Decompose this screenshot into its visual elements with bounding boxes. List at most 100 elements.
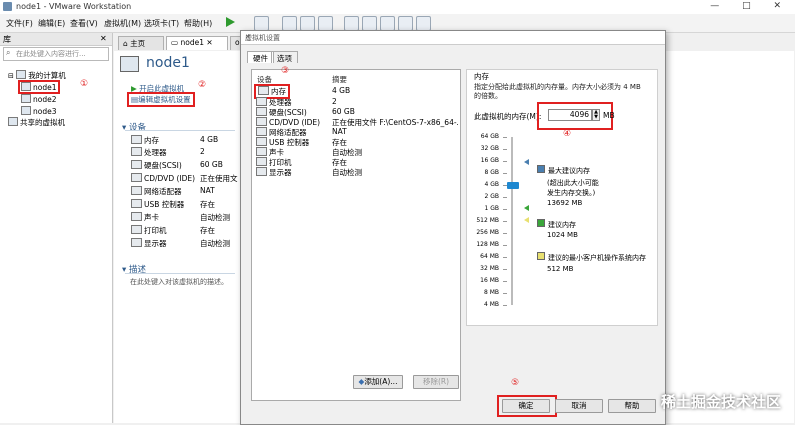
vm-icon xyxy=(21,94,31,103)
device-row-cd-dvd[interactable]: CD/DVD (IDE) xyxy=(131,173,195,183)
remove-device-button[interactable]: 移除(R) xyxy=(413,375,459,389)
send-keys-icon[interactable] xyxy=(254,16,269,31)
scale-tick-label: 32 MB xyxy=(480,265,499,272)
legend-max-note: (超出此大小可能 发生内存交换。) xyxy=(547,178,599,198)
tree-item-node3[interactable]: node3 xyxy=(21,106,57,116)
tab-node1[interactable]: ▭ node1 ✕ xyxy=(166,36,228,50)
library-title: 库 xyxy=(3,35,11,44)
memory-slider-thumb[interactable] xyxy=(507,182,519,189)
search-placeholder: 在此处键入内容进行... xyxy=(16,50,86,58)
close-icon[interactable]: ✕ xyxy=(245,33,661,41)
device-value: 2 xyxy=(200,147,205,156)
show-library-icon[interactable] xyxy=(344,16,359,31)
device-value: 存在 xyxy=(200,226,215,235)
printer-icon xyxy=(131,225,142,234)
device-row-memory[interactable]: 内存 xyxy=(131,135,159,146)
legend-swatch xyxy=(537,165,545,173)
scale-tick-label: 256 MB xyxy=(476,229,499,236)
processor-icon xyxy=(256,97,267,106)
snapshot-manager-icon[interactable] xyxy=(318,16,333,31)
tab-hardware[interactable]: 硬件 xyxy=(247,51,274,63)
vm-icon: ▭ xyxy=(171,38,179,47)
search-icon: ⌕ xyxy=(6,48,11,57)
full-screen-icon[interactable] xyxy=(380,16,395,31)
scale-tick-label: 16 MB xyxy=(480,277,499,284)
section-divider xyxy=(125,130,235,131)
help-button[interactable]: 帮助 xyxy=(608,399,656,413)
snapshot-icon[interactable] xyxy=(282,16,297,31)
add-device-button[interactable]: ◆添加(A)... xyxy=(353,375,403,389)
vm-name: node1 xyxy=(146,55,190,71)
memory-unit: MB xyxy=(603,111,615,120)
list-row-cd-dvd[interactable]: CD/DVD (IDE) xyxy=(256,117,320,127)
annotation-5: ⑤ xyxy=(511,378,520,388)
scale-tick xyxy=(503,173,507,174)
memory-icon xyxy=(131,135,142,144)
console-view-icon[interactable] xyxy=(416,16,431,31)
usb-icon xyxy=(256,137,267,146)
sound-icon xyxy=(256,147,267,156)
menu-vm[interactable]: 虚拟机(M) xyxy=(104,18,141,29)
vm-description[interactable]: 在此处键入对该虚拟机的描述。 xyxy=(130,277,228,287)
tab-options[interactable]: 选项 xyxy=(271,51,298,63)
scale-tick-label: 32 GB xyxy=(480,145,499,152)
ok-button[interactable]: 确定 xyxy=(502,399,550,413)
close-icon[interactable]: ✕ xyxy=(206,38,212,47)
max-recommended-marker xyxy=(524,159,529,165)
device-row-printer[interactable]: 打印机 xyxy=(131,225,167,236)
cancel-button[interactable]: 取消 xyxy=(555,399,603,413)
scale-tick xyxy=(503,257,507,258)
device-value: 4 GB xyxy=(200,135,219,144)
scale-tick-label: 64 MB xyxy=(480,253,499,260)
scale-tick xyxy=(503,209,507,210)
device-row-hard-disk[interactable]: 硬盘(SCSI) xyxy=(131,160,182,171)
cd-dvd-icon xyxy=(256,117,267,126)
device-row-display[interactable]: 显示器 xyxy=(131,238,167,249)
window-title: node1 - VMware Workstation xyxy=(16,2,132,11)
device-value: 正在使用文 xyxy=(200,174,238,183)
annotation-3: ③ xyxy=(281,66,290,76)
legend-recommended: 建议内存 xyxy=(537,219,576,230)
thumbnail-bar-icon[interactable] xyxy=(362,16,377,31)
menu-help[interactable]: 帮助(H) xyxy=(184,18,212,29)
edit-vm-settings-link[interactable]: ▤编辑虚拟机设置 xyxy=(127,92,195,107)
vm-large-icon xyxy=(120,56,139,72)
tree-item-shared-vms[interactable]: 共享的虚拟机 xyxy=(8,117,65,128)
display-icon xyxy=(256,167,267,176)
power-on-icon[interactable] xyxy=(226,17,235,27)
vmware-app-icon xyxy=(3,2,12,11)
menu-tabs[interactable]: 选项卡(T) xyxy=(144,18,179,29)
tree-item-node2[interactable]: node2 xyxy=(21,94,57,104)
collapse-icon[interactable]: ▾ xyxy=(122,123,126,133)
memory-group-label: 内存 xyxy=(473,71,490,82)
hard-disk-icon xyxy=(131,160,142,169)
devices-section-header[interactable]: ▾ 设备 xyxy=(122,121,146,133)
tree-item-node1[interactable]: node1 xyxy=(18,80,60,94)
legend-max: 最大建议内存 xyxy=(537,165,590,176)
menu-file[interactable]: 文件(F) xyxy=(6,18,33,29)
memory-slider-track[interactable] xyxy=(511,137,513,305)
list-row-display[interactable]: 显示器 xyxy=(256,167,292,178)
tab-home[interactable]: ⌂ 主页 xyxy=(118,36,164,50)
scale-tick xyxy=(503,149,507,150)
network-icon xyxy=(131,186,142,195)
scale-tick-label: 128 MB xyxy=(476,241,499,248)
collapse-icon[interactable]: ⊟ xyxy=(8,72,14,80)
unity-icon[interactable] xyxy=(398,16,413,31)
revert-snapshot-icon[interactable] xyxy=(300,16,315,31)
memory-spinner[interactable]: ▲ ▼ xyxy=(592,109,600,121)
device-row-usb[interactable]: USB 控制器 xyxy=(131,199,184,210)
memory-size-input[interactable]: 4096 xyxy=(548,109,592,121)
device-row-sound[interactable]: 声卡 xyxy=(131,212,159,223)
legend-swatch xyxy=(537,252,545,260)
scale-tick-label: 64 GB xyxy=(480,133,499,140)
device-row-network[interactable]: 网络适配器 xyxy=(131,186,182,197)
device-row-processor[interactable]: 处理器 xyxy=(131,147,167,158)
close-icon[interactable]: ✕ xyxy=(100,34,107,43)
library-search-input[interactable]: ⌕ 在此处键入内容进行... xyxy=(3,47,109,61)
menu-edit[interactable]: 编辑(E) xyxy=(38,18,65,29)
window-controls[interactable]: — □ ✕ xyxy=(710,1,791,11)
menu-view[interactable]: 查看(V) xyxy=(70,18,98,29)
display-icon xyxy=(131,238,142,247)
section-divider xyxy=(125,273,235,274)
